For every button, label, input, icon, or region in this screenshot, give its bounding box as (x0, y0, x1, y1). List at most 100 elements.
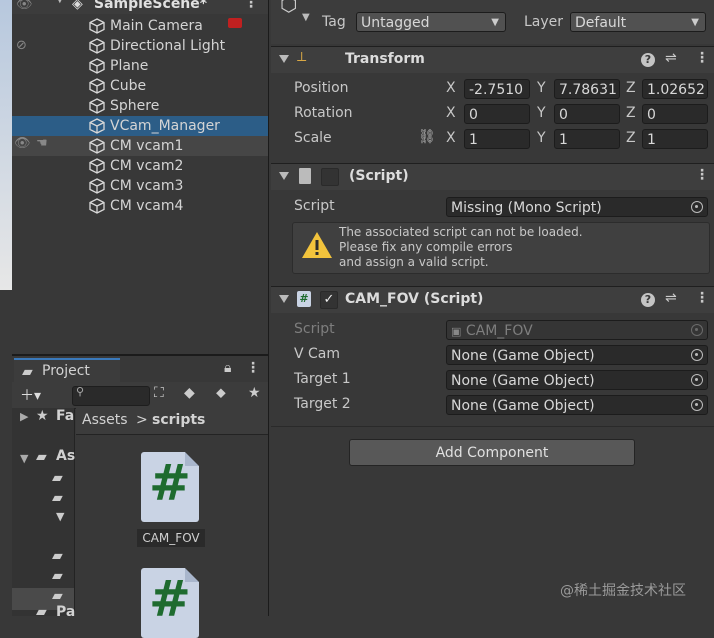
transform-header[interactable]: ⟂ Transform ? ⇌ ⋮ (271, 46, 714, 73)
project-tree (12, 408, 75, 616)
star-icon: ★ (36, 408, 49, 424)
foldout-arrow-icon[interactable]: ▼ (20, 452, 28, 465)
hierarchy-item[interactable]: CM vcam4 (12, 196, 268, 216)
cs-script-icon[interactable]: # (141, 568, 199, 638)
rotation-z-field[interactable]: 0 (642, 104, 708, 124)
component-menu-icon[interactable]: ⋮ (695, 290, 709, 306)
vcam-field[interactable]: None (Game Object) (446, 345, 708, 365)
preset-sliders-icon[interactable]: ⇌ (665, 50, 677, 66)
scale-x-field[interactable]: 1 (464, 129, 530, 149)
hierarchy-item[interactable]: Sphere (12, 96, 268, 116)
constrain-link-icon[interactable]: ⛓ (418, 129, 436, 145)
target2-field[interactable]: None (Game Object) (446, 395, 708, 415)
breadcrumb-assets[interactable]: Assets (82, 412, 128, 428)
script-label: Script (294, 321, 335, 337)
foldout-arrow-icon[interactable]: ▶ (20, 410, 28, 423)
filter-type-shapes-icon[interactable]: ◆ (184, 385, 195, 401)
icon-dropdown-icon[interactable]: ▼ (302, 12, 310, 23)
warning-icon (302, 232, 332, 258)
scene-menu-icon[interactable]: ⋮ (244, 0, 258, 11)
visibility-eye-icon[interactable]: 👁 (14, 136, 31, 151)
tree-assets-label[interactable]: As (56, 448, 75, 464)
axis-x-label[interactable]: X (446, 80, 456, 96)
rotation-x-field[interactable]: 0 (464, 104, 530, 124)
axis-z-label[interactable]: Z (626, 80, 636, 96)
hierarchy-item[interactable]: CM vcam1 👁 ☚ (12, 136, 268, 156)
foldout-arrow-icon[interactable]: ▼ (56, 510, 64, 523)
axis-z-label[interactable]: Z (626, 130, 636, 146)
missing-script-value: Missing (Mono Script) (451, 200, 602, 216)
hierarchy-item[interactable]: CM vcam3 (12, 176, 268, 196)
folder-icon[interactable]: ▰ (52, 548, 63, 564)
object-picker-icon[interactable] (691, 374, 703, 386)
axis-y-label[interactable]: Y (537, 80, 546, 96)
enable-checkbox[interactable] (321, 168, 339, 186)
visibility-eye-icon[interactable]: 👁 (16, 0, 33, 12)
add-component-button[interactable]: Add Component (349, 439, 635, 466)
object-picker-icon[interactable] (691, 349, 703, 361)
missing-script-header[interactable]: (Script) ⋮ (271, 163, 714, 190)
tag-dropdown[interactable]: Untagged ▼ (356, 12, 506, 32)
folder-icon[interactable]: ▰ (52, 568, 63, 584)
preset-sliders-icon[interactable]: ⇌ (665, 290, 677, 306)
foldout-arrow-icon[interactable]: ▼ (56, 0, 64, 5)
hierarchy-item[interactable]: Main Camera (12, 16, 268, 36)
file-label[interactable]: CAM_FOV (137, 529, 205, 547)
position-x-field[interactable]: -2.7510 (464, 79, 530, 99)
layer-label: Layer (524, 14, 564, 30)
position-label: Position (294, 80, 349, 96)
favorite-star-icon[interactable]: ★ (248, 385, 261, 401)
project-menu-icon[interactable]: ⋮ (246, 360, 260, 376)
tree-favorites-label[interactable]: Fa (56, 408, 74, 424)
folder-icon[interactable]: ▰ (52, 470, 63, 486)
folder-icon[interactable]: ▰ (52, 490, 63, 506)
hierarchy-item[interactable]: CM vcam2 (12, 156, 268, 176)
target1-field[interactable]: None (Game Object) (446, 370, 708, 390)
scale-z-field[interactable]: 1 (642, 129, 708, 149)
help-icon[interactable]: ? (641, 293, 655, 307)
axis-y-label[interactable]: Y (537, 130, 546, 146)
component-menu-icon[interactable]: ⋮ (695, 50, 709, 66)
axis-y-label[interactable]: Y (537, 105, 546, 121)
camfov-script-field: ▣ CAM_FOV (446, 320, 708, 340)
axis-x-label[interactable]: X (446, 105, 456, 121)
position-y-field[interactable]: 7.78631 (554, 79, 620, 99)
component-menu-icon[interactable]: ⋮ (695, 167, 709, 183)
filter-type-icon[interactable]: ⛶ (154, 385, 164, 401)
position-z-field[interactable]: 1.02652 (642, 79, 708, 99)
layer-dropdown[interactable]: Default ▼ (570, 12, 706, 32)
help-icon[interactable]: ? (641, 53, 655, 67)
hidden-eye-icon[interactable]: ⊘ (16, 38, 27, 53)
object-picker-icon[interactable] (691, 201, 703, 213)
panel-divider[interactable] (268, 0, 269, 616)
tree-packages-label[interactable]: Pa (56, 604, 75, 620)
hierarchy-item[interactable]: Cube (12, 76, 268, 96)
rotation-y-field[interactable]: 0 (554, 104, 620, 124)
cs-script-icon[interactable]: # (141, 452, 199, 522)
foldout-arrow-icon[interactable] (279, 295, 289, 303)
object-picker-icon[interactable] (691, 399, 703, 411)
breadcrumb-scripts[interactable]: scripts (152, 412, 205, 428)
enable-checkbox[interactable]: ✓ (320, 291, 338, 309)
pickable-hand-icon[interactable]: ☚ (36, 136, 48, 151)
missing-script-field[interactable]: Missing (Mono Script) (446, 197, 708, 217)
axis-x-label[interactable]: X (446, 130, 456, 146)
panel-divider[interactable] (12, 354, 268, 356)
label-tag-icon[interactable]: ⬥ (216, 385, 226, 401)
script-label: Script (294, 198, 335, 214)
lock-icon[interactable]: 🔒︎ (224, 360, 231, 376)
tab-project[interactable]: ▰ Project (14, 358, 120, 384)
camfov-header[interactable]: # ✓ CAM_FOV (Script) ? ⇌ ⋮ (271, 286, 714, 313)
create-plus-icon[interactable]: ＋▾ (20, 385, 41, 405)
gameobject-cube-icon (89, 78, 105, 94)
hierarchy-item-label: Main Camera (110, 18, 203, 34)
foldout-arrow-icon[interactable] (279, 55, 289, 63)
scene-header[interactable]: 👁 ▼ ◈ SampleScene* ⋮ (12, 0, 268, 28)
scale-y-field[interactable]: 1 (554, 129, 620, 149)
hierarchy-item[interactable]: VCam_Manager (12, 116, 268, 136)
search-input[interactable]: ⚲ (72, 385, 150, 406)
foldout-arrow-icon[interactable] (279, 172, 289, 180)
axis-z-label[interactable]: Z (626, 105, 636, 121)
hierarchy-item[interactable]: Directional Light (12, 36, 268, 56)
hierarchy-item[interactable]: Plane (12, 56, 268, 76)
